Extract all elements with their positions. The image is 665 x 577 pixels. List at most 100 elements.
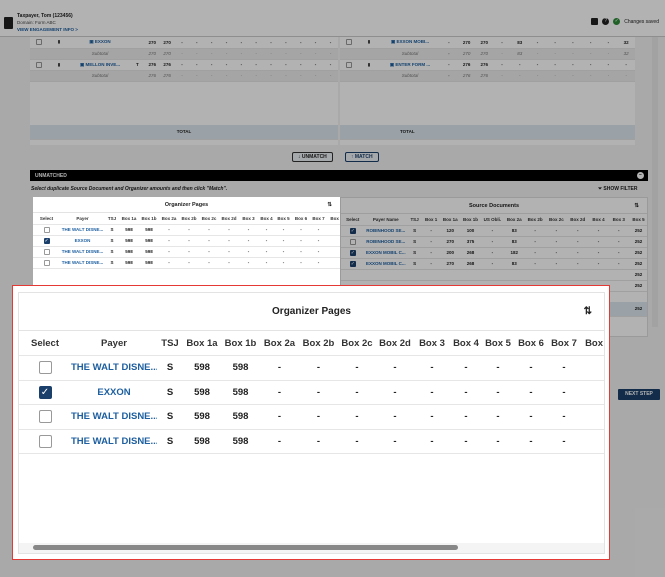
table-row: THE WALT DISNE... S 598 598- - - - - - - - - bbox=[33, 246, 340, 258]
value-cell: 598 bbox=[139, 224, 159, 236]
column-header: Box 2a bbox=[260, 331, 299, 356]
table-row: THE WALT DISNE... S 598 598- - - - - - - - - bbox=[33, 257, 340, 269]
value-cell: - bbox=[275, 224, 292, 236]
header-row: Select Payer TSJ Box 1a Box 1b Box 2a Box 2b Bo… bbox=[19, 331, 604, 356]
column-header: Box 7 bbox=[310, 213, 327, 225]
value-cell: - bbox=[338, 404, 376, 430]
checkbox[interactable] bbox=[43, 226, 50, 233]
value-cell bbox=[327, 224, 340, 236]
value-cell: - bbox=[548, 404, 580, 430]
value-cell: - bbox=[414, 355, 450, 381]
checkbox[interactable] bbox=[43, 248, 50, 255]
value-cell: - bbox=[376, 429, 414, 454]
value-cell: - bbox=[219, 224, 239, 236]
column-header: Box 5 bbox=[482, 331, 514, 356]
organizer-title: Organizer Pages bbox=[164, 202, 209, 208]
value-cell: - bbox=[376, 380, 414, 405]
value-cell: - bbox=[258, 224, 275, 236]
payer-link[interactable]: THE WALT DISNE... bbox=[60, 224, 105, 236]
value-cell: 598 bbox=[139, 246, 159, 258]
value-cell: - bbox=[310, 246, 327, 258]
column-header: Box 3 bbox=[414, 331, 450, 356]
value-cell: - bbox=[450, 404, 482, 430]
value-cell bbox=[580, 429, 604, 454]
select-cell: ✓ bbox=[19, 380, 71, 405]
column-header: Box 5 bbox=[275, 213, 292, 225]
column-header: Select bbox=[19, 331, 71, 356]
value-cell: 598 bbox=[183, 380, 221, 405]
value-cell: - bbox=[548, 355, 580, 381]
value-cell: - bbox=[299, 429, 338, 454]
column-header: Box 1a bbox=[119, 213, 139, 225]
table-row: THE WALT DISNE... S 598 598- - - - - - - - - bbox=[33, 224, 340, 236]
value-cell: - bbox=[414, 380, 450, 405]
column-header: Box 2b bbox=[299, 331, 338, 356]
sort-icon[interactable]: ⇅ bbox=[327, 197, 332, 213]
column-header: Box 1b bbox=[221, 331, 260, 356]
value-cell: 598 bbox=[221, 404, 260, 430]
payer-link[interactable]: THE WALT DISNE... bbox=[60, 246, 105, 258]
value-cell: - bbox=[310, 235, 327, 247]
tsj-cell: S bbox=[157, 404, 183, 430]
column-header: Box 8 bbox=[327, 213, 340, 225]
checkbox-checked[interactable]: ✓ bbox=[38, 385, 52, 399]
value-cell: - bbox=[275, 235, 292, 247]
value-cell: - bbox=[239, 246, 258, 258]
value-cell: - bbox=[219, 235, 239, 247]
tsj-cell: S bbox=[105, 224, 119, 236]
organizer-panel-header: Organizer Pages ⇅ bbox=[33, 197, 340, 213]
column-header: Payer bbox=[60, 213, 105, 225]
value-cell: - bbox=[159, 257, 179, 269]
value-cell: - bbox=[179, 235, 199, 247]
sort-icon[interactable]: ⇅ bbox=[584, 293, 592, 331]
checkbox[interactable] bbox=[38, 410, 52, 424]
payer-link[interactable]: EXXON bbox=[71, 380, 157, 405]
checkbox-checked[interactable]: ✓ bbox=[43, 237, 50, 244]
column-header: Box 2d bbox=[219, 213, 239, 225]
value-cell bbox=[327, 235, 340, 247]
value-cell: 598 bbox=[119, 224, 139, 236]
organizer-title: Organizer Pages bbox=[272, 306, 351, 317]
value-cell: - bbox=[450, 429, 482, 454]
value-cell: 598 bbox=[221, 355, 260, 381]
checkbox[interactable] bbox=[38, 434, 52, 448]
value-cell: - bbox=[514, 355, 548, 381]
value-cell: - bbox=[376, 355, 414, 381]
payer-link[interactable]: THE WALT DISNE... bbox=[71, 355, 157, 381]
table-row: THE WALT DISNE... S 598 598- - - - - - - - - bbox=[19, 355, 604, 381]
select-cell: ✓ bbox=[33, 235, 60, 247]
payer-link[interactable]: THE WALT DISNE... bbox=[71, 429, 157, 454]
payer-link[interactable]: THE WALT DISNE... bbox=[71, 404, 157, 430]
tsj-cell: S bbox=[157, 429, 183, 454]
payer-link[interactable]: EXXON bbox=[60, 235, 105, 247]
value-cell: - bbox=[299, 404, 338, 430]
value-cell: - bbox=[482, 429, 514, 454]
column-header: TSJ bbox=[157, 331, 183, 356]
value-cell: - bbox=[159, 235, 179, 247]
organizer-pages-panel-small: Organizer Pages ⇅ Select Payer TSJ Box 1a Box… bbox=[33, 197, 340, 285]
value-cell: - bbox=[239, 257, 258, 269]
value-cell: - bbox=[179, 246, 199, 258]
empty-row bbox=[19, 454, 604, 479]
value-cell: - bbox=[299, 380, 338, 405]
organizer-pages-zoom-callout: Organizer Pages ⇅ Select Payer TSJ Box 1a Box… bbox=[12, 285, 610, 560]
value-cell: - bbox=[179, 257, 199, 269]
horizontal-scrollbar[interactable] bbox=[19, 543, 604, 553]
checkbox[interactable] bbox=[38, 361, 52, 375]
value-cell: - bbox=[239, 224, 258, 236]
tsj-cell: S bbox=[157, 355, 183, 381]
checkbox[interactable] bbox=[43, 259, 50, 266]
value-cell: - bbox=[258, 235, 275, 247]
value-cell: - bbox=[292, 235, 310, 247]
column-header: Box 2a bbox=[159, 213, 179, 225]
scrollbar-thumb[interactable] bbox=[33, 545, 458, 550]
value-cell: 598 bbox=[139, 257, 159, 269]
column-header: Box 2d bbox=[376, 331, 414, 356]
value-cell: - bbox=[159, 224, 179, 236]
value-cell: - bbox=[414, 404, 450, 430]
column-header: Box 7 bbox=[548, 331, 580, 356]
column-header: Payer bbox=[71, 331, 157, 356]
table-row: ✓ EXXON S 598 598- - - - - - - - - bbox=[33, 235, 340, 247]
tsj-cell: S bbox=[157, 380, 183, 405]
payer-link[interactable]: THE WALT DISNE... bbox=[60, 257, 105, 269]
